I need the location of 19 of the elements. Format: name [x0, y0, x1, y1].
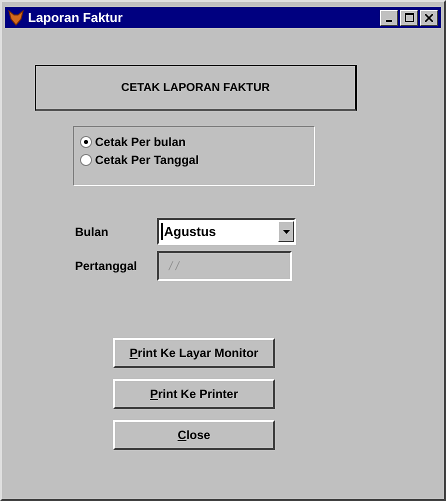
radio-option[interactable]: Cetak Per Tanggal	[80, 153, 314, 167]
report-heading: CETAK LAPORAN FAKTUR	[121, 82, 270, 94]
action-button[interactable]: Print Ke Layar Monitor	[113, 338, 275, 368]
field-label: Bulan	[75, 224, 110, 238]
radio-option[interactable]: Cetak Per bulan	[80, 135, 314, 149]
minimize-button[interactable]	[380, 10, 398, 26]
action-button[interactable]: Print Ke Printer	[113, 379, 275, 409]
radio-button[interactable]	[80, 136, 92, 148]
field-label: Pertanggal	[75, 259, 138, 273]
maximize-button[interactable]	[400, 10, 418, 26]
close-icon	[425, 14, 433, 22]
month-dropdown[interactable]: Agustus	[157, 218, 296, 245]
maximize-icon	[404, 13, 414, 22]
fox-icon	[8, 10, 24, 26]
action-button[interactable]: Close	[113, 420, 275, 450]
close-button[interactable]	[420, 10, 438, 26]
radio-button[interactable]	[80, 154, 92, 166]
minimize-icon	[386, 20, 392, 22]
window-title: Laporan Faktur	[28, 10, 123, 25]
